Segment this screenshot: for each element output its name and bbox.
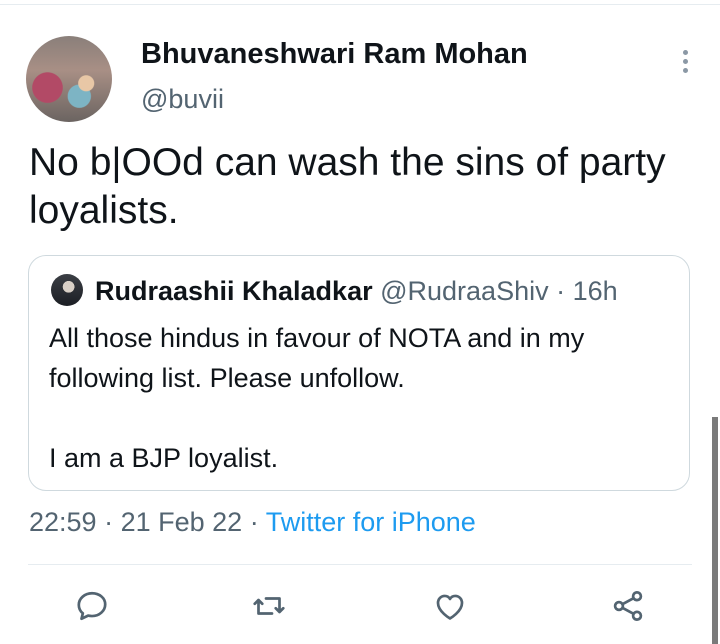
like-icon (436, 594, 464, 620)
actions-divider (28, 564, 692, 565)
quoted-separator: · (556, 276, 566, 306)
quoted-tweet-age: 16h (572, 276, 618, 306)
share-icon (613, 591, 643, 621)
quoted-tweet-header: Rudraashii Khaladkar @RudraaShiv · 16h (95, 276, 618, 307)
retweet-icon (253, 597, 285, 615)
tweet-source-link[interactable]: Twitter for iPhone (266, 507, 476, 537)
reply-icon (77, 591, 107, 621)
author-handle[interactable]: @buvii (141, 84, 224, 115)
scrollbar[interactable] (712, 417, 718, 644)
quoted-tweet-card[interactable]: Rudraashii Khaladkar @RudraaShiv · 16h A… (28, 255, 690, 491)
tweet-text: No b|OOd can wash the sins of party loya… (29, 141, 666, 232)
quoted-tweet-text: All those hindus in favour of NOTA and i… (49, 323, 585, 473)
tweet-time: 22:59 (29, 507, 97, 537)
quoted-author-display-name: Rudraashii Khaladkar (95, 276, 373, 306)
reply-button[interactable] (74, 588, 110, 624)
author-display-name[interactable]: Bhuvaneshwari Ram Mohan (141, 38, 528, 71)
quoted-author-handle: @RudraaShiv (380, 276, 549, 306)
meta-separator: · (249, 507, 259, 537)
more-options-icon[interactable] (678, 50, 692, 80)
quoted-author-avatar (51, 274, 83, 306)
like-button[interactable] (432, 588, 468, 624)
author-avatar[interactable] (26, 36, 112, 122)
meta-separator: · (104, 507, 114, 537)
top-divider (0, 4, 720, 5)
share-button[interactable] (610, 588, 646, 624)
retweet-button[interactable] (251, 588, 287, 624)
tweet-metadata: 22:59 · 21 Feb 22 · Twitter for iPhone (29, 507, 476, 538)
tweet-date: 21 Feb 22 (120, 507, 243, 537)
